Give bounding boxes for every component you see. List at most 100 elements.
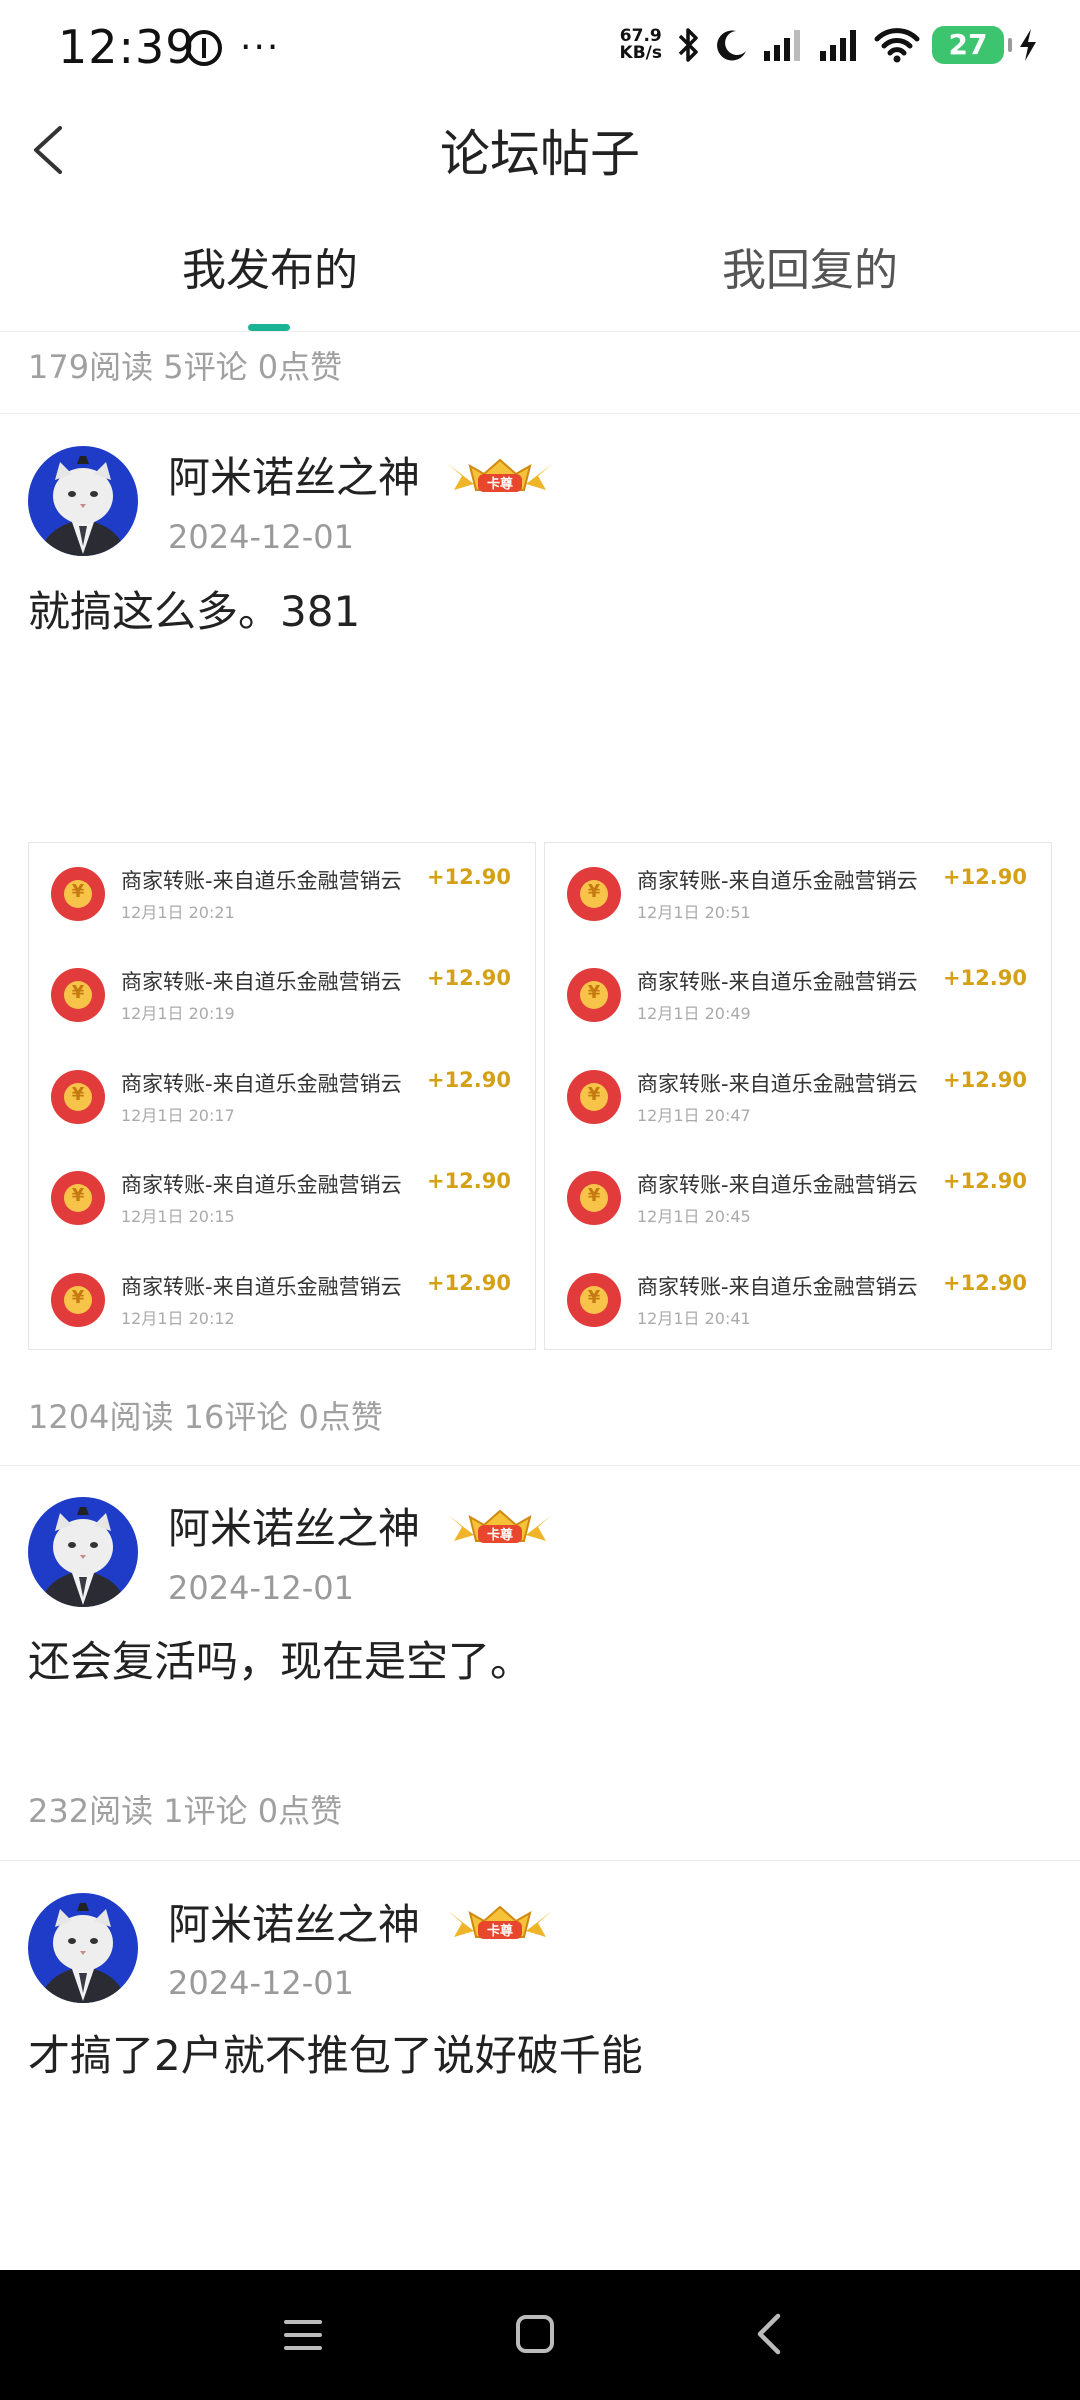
payment-item: 商家转账-来自道乐金融营销云 12月1日 20:15 +12.90 <box>29 1147 535 1247</box>
payment-title: 商家转账-来自道乐金融营销云 <box>637 1173 918 1197</box>
tab-bar: 我发布的 我回复的 <box>0 220 1080 332</box>
red-packet-icon <box>567 1171 621 1225</box>
tab-active-indicator <box>248 324 290 331</box>
red-packet-icon <box>51 1171 105 1225</box>
battery-indicator: 27 <box>932 26 1012 64</box>
status-right-icons: 67.9 KB/s 27 <box>620 26 1040 64</box>
back-triangle-icon[interactable] <box>736 2300 806 2370</box>
payment-amount: +12.90 <box>426 966 511 990</box>
post-content[interactable]: 就搞这么多。381 <box>28 578 360 639</box>
payment-time: 12月1日 20:45 <box>637 1207 751 1226</box>
avatar-cat-image <box>28 1893 138 2003</box>
payment-time: 12月1日 20:19 <box>121 1004 235 1023</box>
home-square-icon[interactable] <box>500 2300 570 2370</box>
status-left-icons: ··· <box>186 30 280 66</box>
payment-title: 商家转账-来自道乐金融营销云 <box>121 1173 402 1197</box>
username[interactable]: 阿米诺丝之神 <box>168 444 420 505</box>
post-image-left[interactable]: 商家转账-来自道乐金融营销云 12月1日 20:21 +12.90 商家转账-来… <box>28 842 536 1350</box>
post-image-right[interactable]: 商家转账-来自道乐金融营销云 12月1日 20:51 +12.90 商家转账-来… <box>544 842 1052 1350</box>
red-packet-icon <box>51 968 105 1022</box>
payment-title: 商家转账-来自道乐金融营销云 <box>637 869 918 893</box>
payment-time: 12月1日 20:47 <box>637 1106 751 1125</box>
post-date: 2024-12-01 <box>168 1964 354 2002</box>
payment-item: 商家转账-来自道乐金融营销云 12月1日 20:19 +12.90 <box>29 944 535 1044</box>
payment-item: 商家转账-来自道乐金融营销云 12月1日 20:21 +12.90 <box>29 843 535 943</box>
payment-amount: +12.90 <box>942 865 1027 889</box>
badge-text: 卡尊 <box>487 1923 513 1939</box>
post-stats: 232阅读 1评论 0点赞 <box>28 1792 343 1830</box>
status-bar: 12:39 ··· 67.9 KB/s 27 <box>0 0 1080 100</box>
payment-item: 商家转账-来自道乐金融营销云 12月1日 20:17 +12.90 <box>29 1046 535 1146</box>
payment-amount: +12.90 <box>942 1068 1027 1092</box>
avatar-cat-image <box>28 446 138 556</box>
post-date: 2024-12-01 <box>168 518 354 556</box>
vip-crown-badge: 卡尊 <box>448 1509 552 1543</box>
moon-icon <box>717 30 746 61</box>
payment-item: 商家转账-来自道乐金融营销云 12月1日 20:12 +12.90 <box>29 1249 535 1349</box>
post-date: 2024-12-01 <box>168 1569 354 1607</box>
payment-title: 商家转账-来自道乐金融营销云 <box>121 970 402 994</box>
red-packet-icon <box>567 1070 621 1124</box>
red-packet-icon <box>51 1070 105 1124</box>
red-packet-icon <box>51 867 105 921</box>
net-speed: 67.9 KB/s <box>620 28 662 62</box>
payment-time: 12月1日 20:49 <box>637 1004 751 1023</box>
payment-item: 商家转账-来自道乐金融营销云 12月1日 20:41 +12.90 <box>545 1249 1051 1349</box>
post-content[interactable]: 还会复活吗，现在是空了。 <box>28 1628 532 1689</box>
payment-time: 12月1日 20:17 <box>121 1106 235 1125</box>
payment-amount: +12.90 <box>426 1169 511 1193</box>
username[interactable]: 阿米诺丝之神 <box>168 1495 420 1556</box>
badge-text: 卡尊 <box>487 1527 513 1543</box>
payment-amount: +12.90 <box>942 966 1027 990</box>
status-time: 12:39 <box>58 20 196 74</box>
signal-2-icon <box>820 30 856 61</box>
payment-item: 商家转账-来自道乐金融营销云 12月1日 20:45 +12.90 <box>545 1147 1051 1247</box>
divider <box>0 413 1080 414</box>
payment-item: 商家转账-来自道乐金融营销云 12月1日 20:47 +12.90 <box>545 1046 1051 1146</box>
red-packet-icon <box>567 968 621 1022</box>
more-notifications-icon: ··· <box>240 27 281 68</box>
avatar[interactable] <box>28 1497 138 1607</box>
payment-amount: +12.90 <box>942 1169 1027 1193</box>
notification-app-icon <box>186 30 222 66</box>
payment-time: 12月1日 20:51 <box>637 903 751 922</box>
payment-amount: +12.90 <box>942 1271 1027 1295</box>
red-packet-icon <box>567 1273 621 1327</box>
payment-time: 12月1日 20:12 <box>121 1309 235 1328</box>
payment-title: 商家转账-来自道乐金融营销云 <box>637 1275 918 1299</box>
payment-title: 商家转账-来自道乐金融营销云 <box>121 1275 402 1299</box>
system-nav-bar <box>0 2270 1080 2400</box>
payment-time: 12月1日 20:41 <box>637 1309 751 1328</box>
page-title: 论坛帖子 <box>440 125 640 183</box>
payment-title: 商家转账-来自道乐金融营销云 <box>121 869 402 893</box>
divider <box>0 1860 1080 1861</box>
post-stats: 1204阅读 16评论 0点赞 <box>28 1398 383 1436</box>
payment-title: 商家转账-来自道乐金融营销云 <box>121 1072 402 1096</box>
payment-item: 商家转账-来自道乐金融营销云 12月1日 20:51 +12.90 <box>545 843 1051 943</box>
payment-item: 商家转账-来自道乐金融营销云 12月1日 20:49 +12.90 <box>545 944 1051 1044</box>
signal-1-icon <box>764 30 800 61</box>
avatar[interactable] <box>28 1893 138 2003</box>
avatar[interactable] <box>28 446 138 556</box>
red-packet-icon <box>567 867 621 921</box>
post-stats: 179阅读 5评论 0点赞 <box>28 348 343 386</box>
net-speed-unit: KB/s <box>619 43 662 63</box>
username[interactable]: 阿米诺丝之神 <box>168 1891 420 1952</box>
vip-crown-badge: 卡尊 <box>448 458 552 492</box>
bluetooth-icon <box>678 28 698 62</box>
post-content[interactable]: 才搞了2户就不推包了说好破千能 <box>28 2022 643 2083</box>
payment-title: 商家转账-来自道乐金融营销云 <box>637 970 918 994</box>
tab-my-posts[interactable]: 我发布的 <box>0 234 540 298</box>
wifi-icon <box>874 28 920 63</box>
header: 论坛帖子 <box>0 100 1080 200</box>
payment-time: 12月1日 20:15 <box>121 1207 235 1226</box>
tab-my-replies[interactable]: 我回复的 <box>540 234 1080 298</box>
charging-icon <box>1020 29 1036 61</box>
payment-title: 商家转账-来自道乐金融营销云 <box>637 1072 918 1096</box>
menu-icon[interactable] <box>268 2300 338 2370</box>
payment-time: 12月1日 20:21 <box>121 903 235 922</box>
vip-crown-badge: 卡尊 <box>448 1905 552 1939</box>
divider <box>0 1465 1080 1466</box>
payment-amount: +12.90 <box>426 1271 511 1295</box>
payment-amount: +12.90 <box>426 865 511 889</box>
